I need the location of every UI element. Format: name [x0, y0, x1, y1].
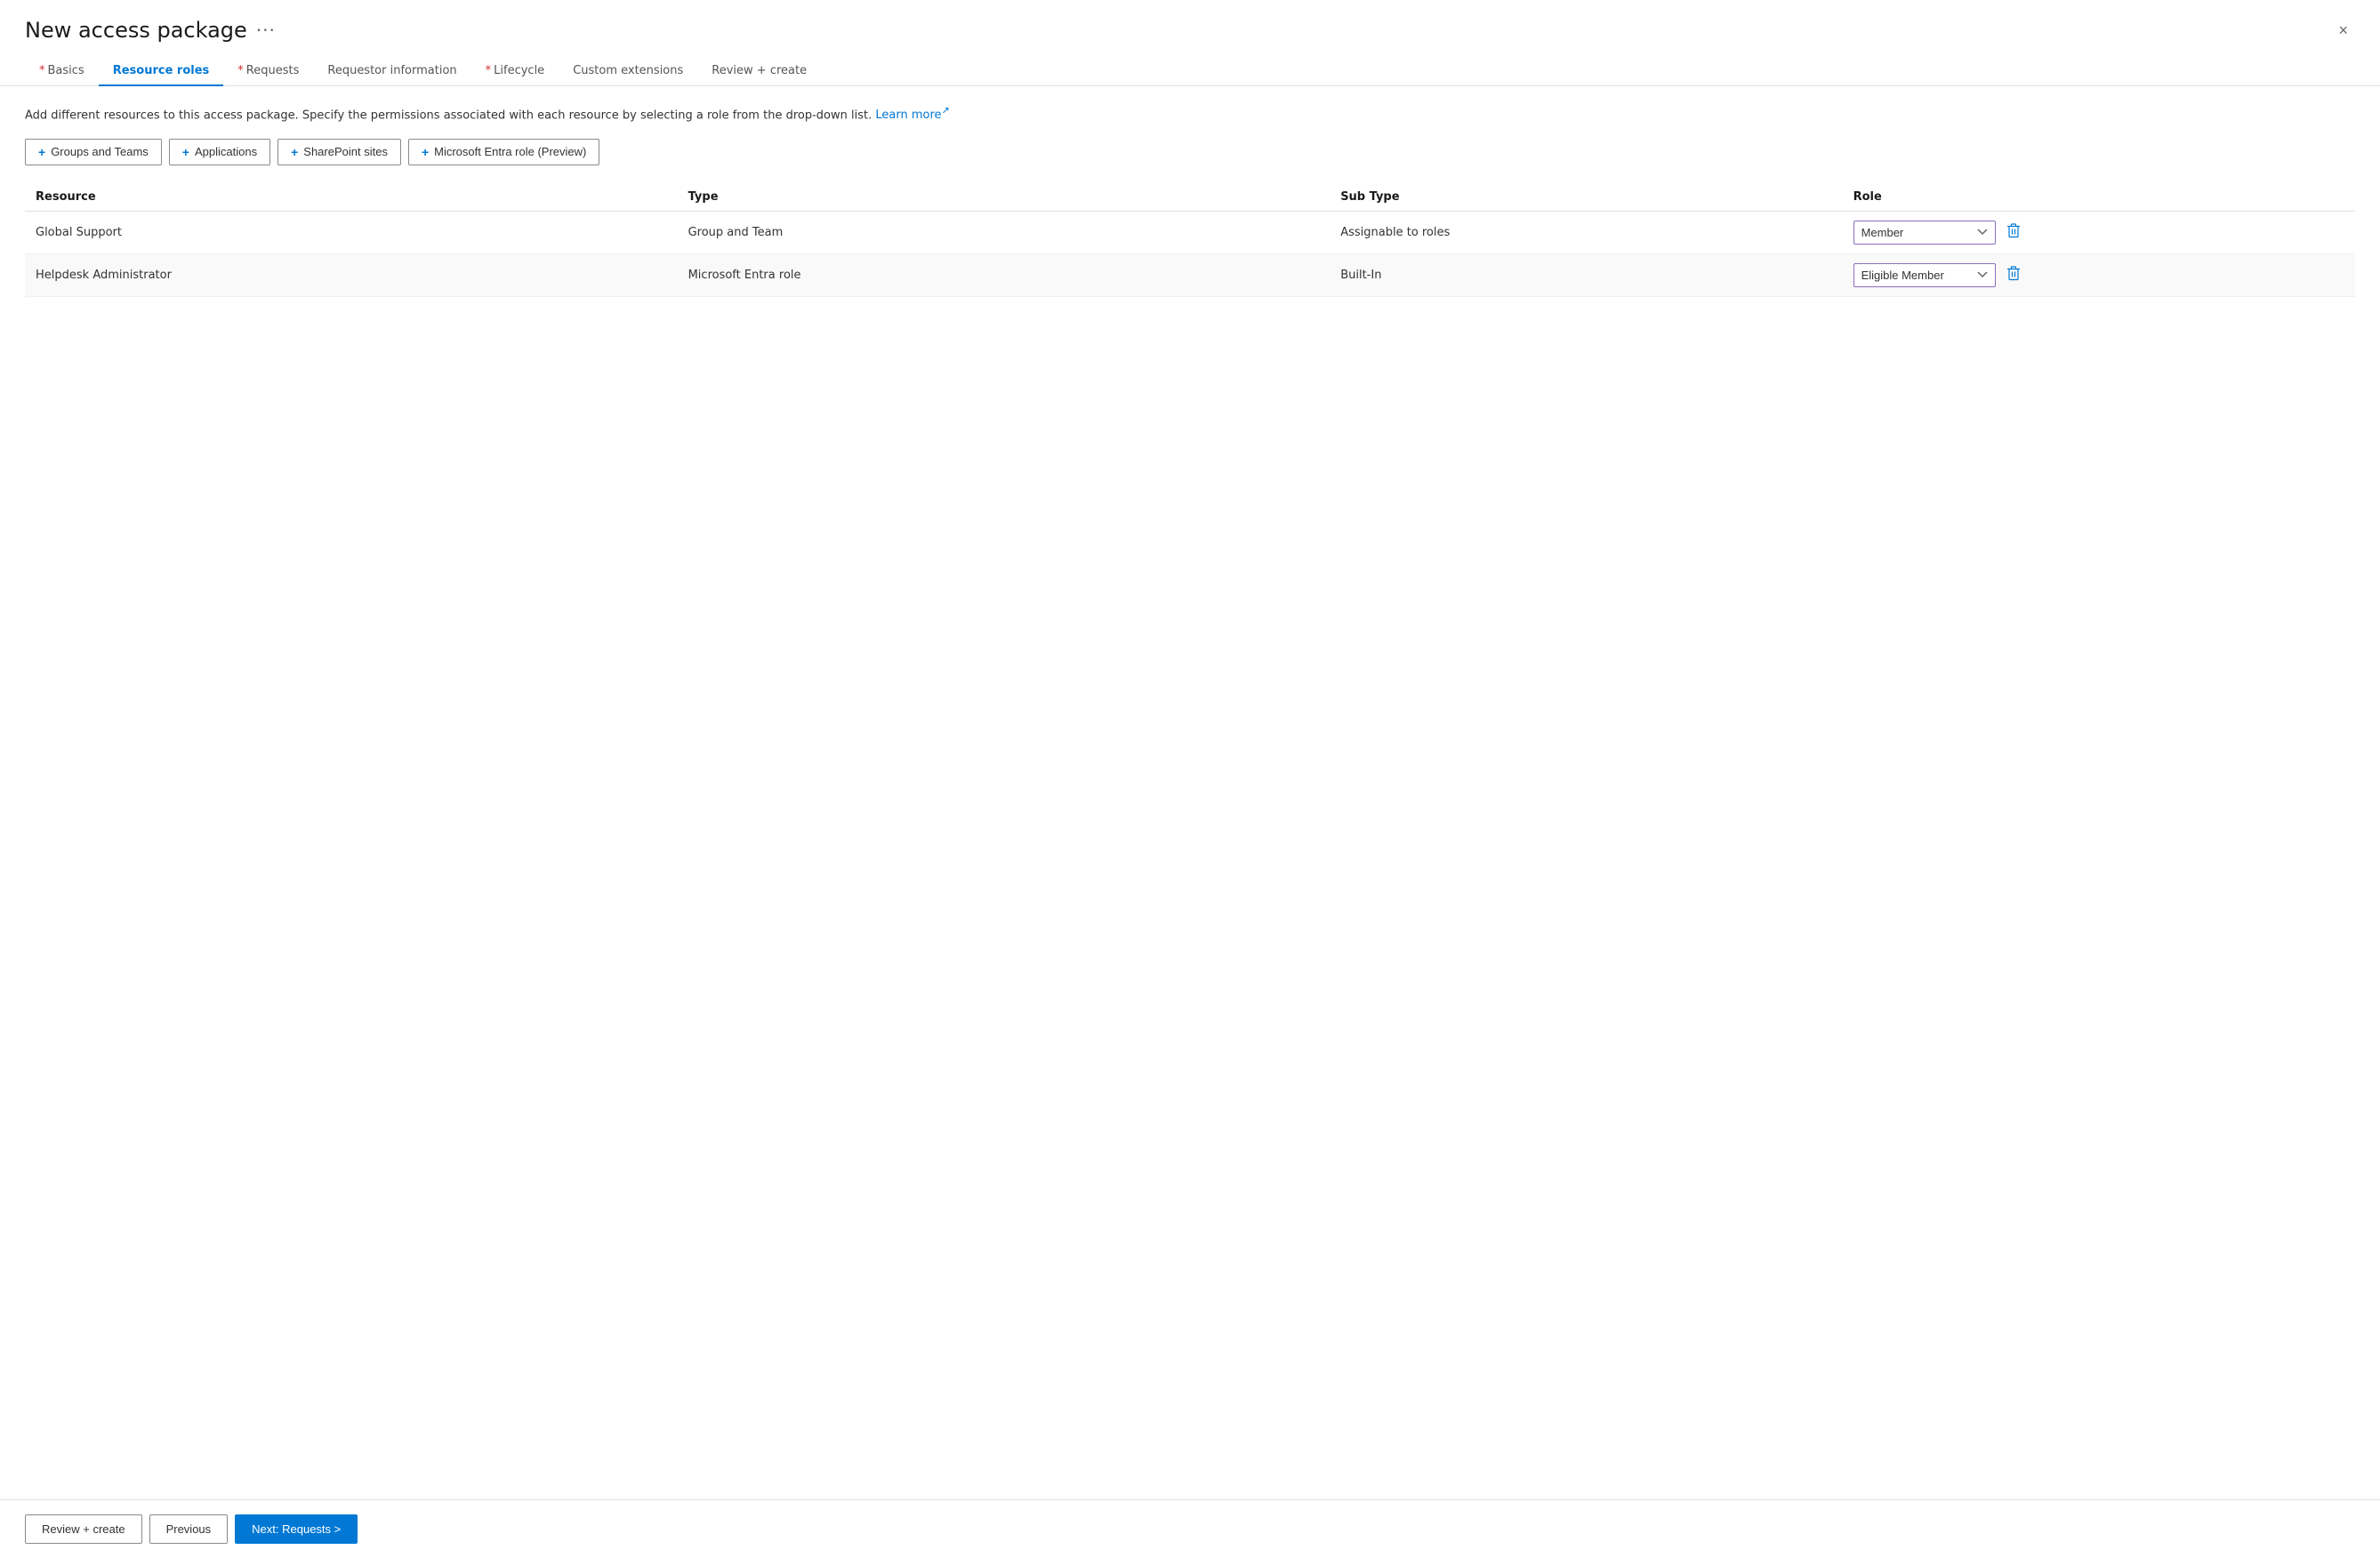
- more-options-icon[interactable]: ···: [256, 20, 276, 41]
- role-select[interactable]: Member Owner: [1853, 221, 1996, 245]
- tab-lifecycle[interactable]: Lifecycle: [471, 57, 559, 86]
- resource-type-buttons: + Groups and Teams + Applications + Shar…: [25, 139, 2355, 165]
- table-row: Helpdesk Administrator Microsoft Entra r…: [25, 253, 2355, 296]
- column-header-subtype: Sub Type: [1330, 183, 1842, 212]
- trash-icon: [2006, 265, 2021, 281]
- resource-name-cell: Helpdesk Administrator: [25, 253, 678, 296]
- role-select[interactable]: Eligible Member Active Member: [1853, 263, 1996, 287]
- tabs-navigation: Basics Resource roles Requests Requestor…: [0, 43, 2380, 86]
- tab-basics[interactable]: Basics: [25, 57, 99, 86]
- delete-row-button[interactable]: [2003, 221, 2024, 245]
- dialog-header: New access package ··· ×: [0, 0, 2380, 43]
- plus-icon: +: [182, 145, 189, 159]
- tab-requests[interactable]: Requests: [223, 57, 313, 86]
- resource-subtype-cell: Built-In: [1330, 253, 1842, 296]
- plus-icon: +: [422, 145, 429, 159]
- table-row: Global Support Group and Team Assignable…: [25, 211, 2355, 253]
- dialog-title-area: New access package ···: [25, 18, 276, 43]
- column-header-resource: Resource: [25, 183, 678, 212]
- previous-button[interactable]: Previous: [149, 1514, 229, 1544]
- add-sharepoint-sites-button[interactable]: + SharePoint sites: [277, 139, 401, 165]
- trash-icon: [2006, 222, 2021, 238]
- dialog-footer: Review + create Previous Next: Requests …: [0, 1499, 2380, 1558]
- next-requests-button[interactable]: Next: Requests >: [235, 1514, 358, 1544]
- dialog-body: Add different resources to this access p…: [0, 86, 2380, 1499]
- resource-name-cell: Global Support: [25, 211, 678, 253]
- add-groups-teams-button[interactable]: + Groups and Teams: [25, 139, 162, 165]
- dialog-title: New access package: [25, 18, 247, 43]
- close-button[interactable]: ×: [2331, 19, 2355, 42]
- new-access-package-dialog: New access package ··· × Basics Resource…: [0, 0, 2380, 1558]
- role-select-wrapper: Eligible Member Active Member: [1853, 263, 2344, 287]
- plus-icon: +: [38, 145, 45, 159]
- delete-row-button[interactable]: [2003, 263, 2024, 287]
- description-text: Add different resources to this access p…: [25, 104, 2355, 124]
- add-applications-button[interactable]: + Applications: [169, 139, 270, 165]
- resource-role-cell: Eligible Member Active Member: [1843, 253, 2355, 296]
- add-microsoft-entra-role-button[interactable]: + Microsoft Entra role (Preview): [408, 139, 599, 165]
- tab-requestor-information[interactable]: Requestor information: [313, 57, 470, 86]
- external-link-icon: ↗: [942, 105, 950, 116]
- resource-type-cell: Group and Team: [678, 211, 1331, 253]
- tab-resource-roles[interactable]: Resource roles: [99, 57, 224, 86]
- learn-more-link[interactable]: Learn more↗: [875, 108, 949, 122]
- tab-custom-extensions[interactable]: Custom extensions: [559, 57, 697, 86]
- resource-subtype-cell: Assignable to roles: [1330, 211, 1842, 253]
- column-header-type: Type: [678, 183, 1331, 212]
- column-header-role: Role: [1843, 183, 2355, 212]
- resource-table: Resource Type Sub Type Role Global Suppo…: [25, 183, 2355, 297]
- resource-type-cell: Microsoft Entra role: [678, 253, 1331, 296]
- plus-icon: +: [291, 145, 298, 159]
- tab-review-create[interactable]: Review + create: [697, 57, 821, 86]
- review-create-button[interactable]: Review + create: [25, 1514, 142, 1544]
- role-select-wrapper: Member Owner: [1853, 221, 2344, 245]
- resource-role-cell: Member Owner: [1843, 211, 2355, 253]
